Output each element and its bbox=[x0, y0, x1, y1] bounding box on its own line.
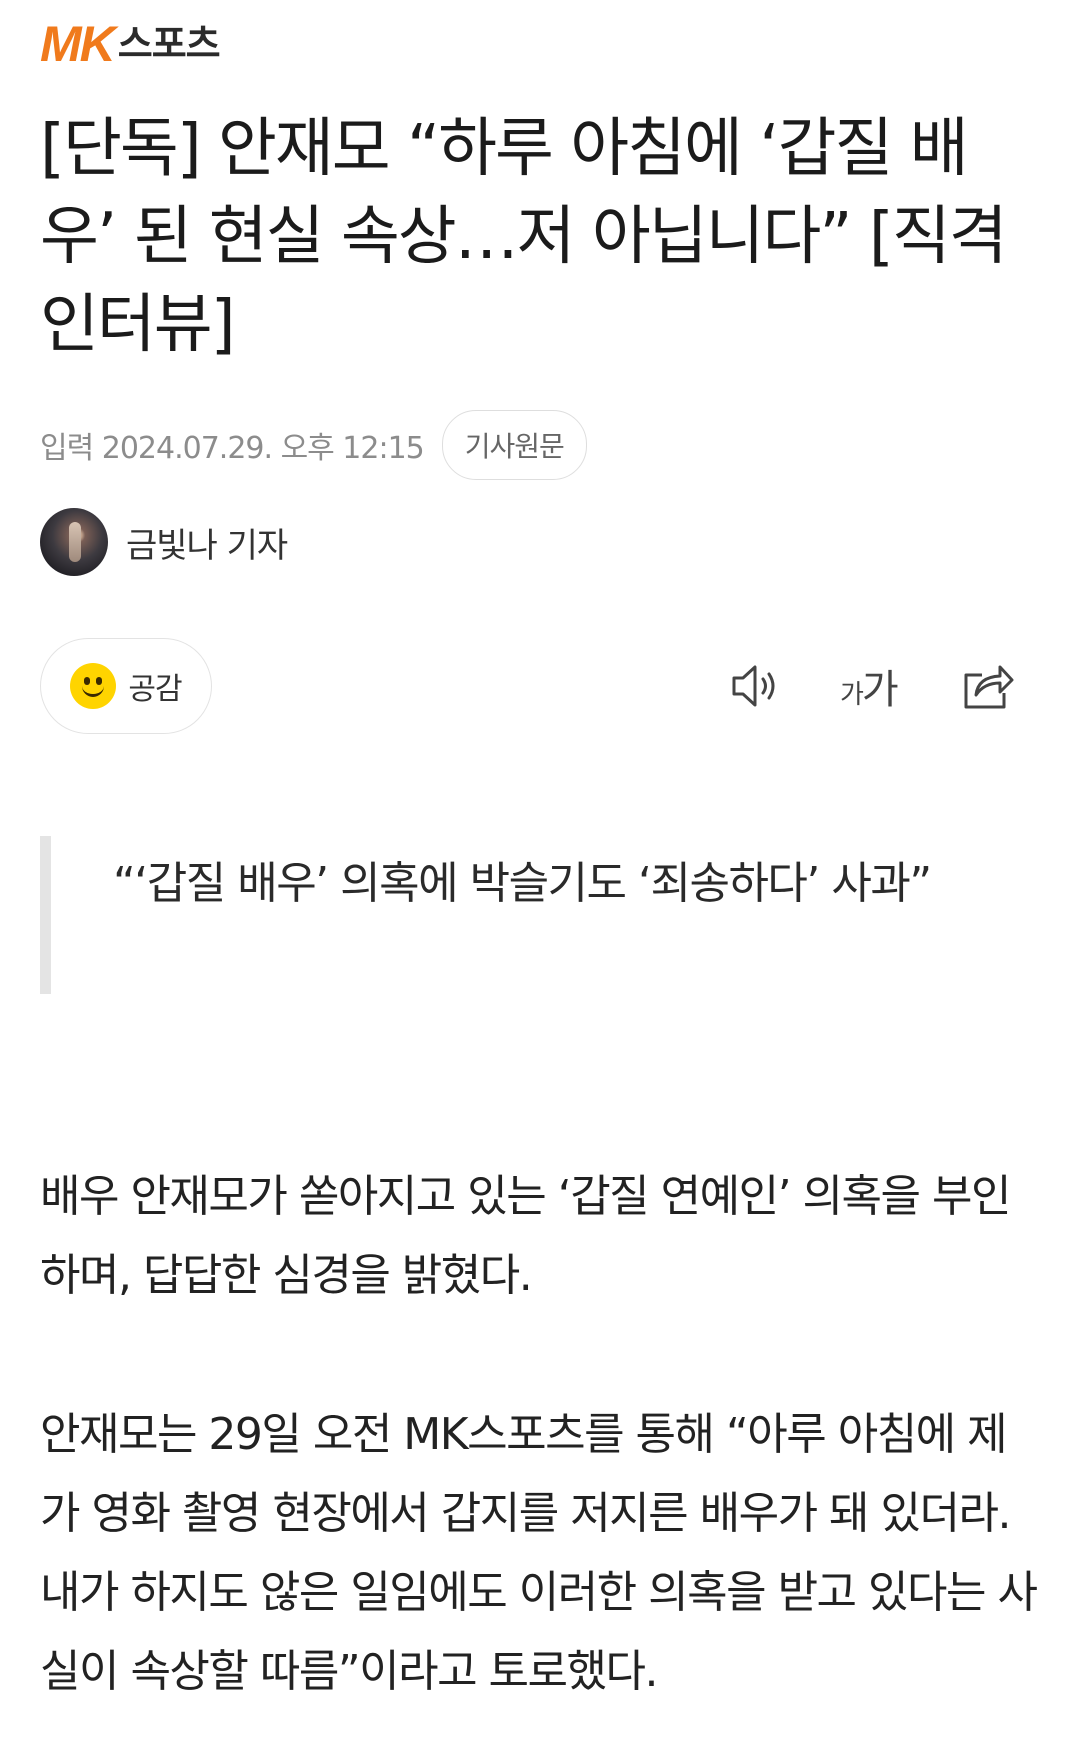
font-size-icon: 가가 bbox=[840, 667, 899, 713]
speaker-icon bbox=[732, 665, 775, 707]
speaker-button[interactable] bbox=[730, 658, 784, 714]
logo-sports-text: 스포츠 bbox=[117, 22, 221, 66]
author-byline[interactable]: 금빛나 기자 bbox=[40, 508, 288, 576]
font-size-button[interactable]: 가가 bbox=[840, 658, 899, 714]
original-article-button[interactable]: 기사원문 bbox=[441, 410, 587, 480]
avatar bbox=[40, 508, 108, 576]
article-subtitle-quote: “‘갑질 배우’ 의혹에 박슬기도 ‘죄송하다’ 사과” bbox=[40, 836, 1000, 994]
logo-mk-text: MK bbox=[40, 16, 116, 72]
author-name: 금빛나 기자 bbox=[126, 525, 288, 566]
smile-icon bbox=[70, 663, 117, 709]
like-label: 공감 bbox=[128, 672, 182, 707]
share-button[interactable] bbox=[960, 658, 1014, 714]
avatar-figure bbox=[69, 522, 81, 562]
published-date: 입력 2024.07.29. 오후 12:15 bbox=[40, 431, 425, 466]
article-paragraph: 안재모는 29일 오전 MK스포츠를 통해 “아루 아침에 제가 영화 촬영 현… bbox=[40, 1409, 1038, 1697]
article-headline: [단독] 안재모 “하루 아침에 ‘갑질 배우’ 된 현실 속상…저 아닙니다”… bbox=[40, 112, 1008, 362]
article-meta: 입력 2024.07.29. 오후 12:15 기사원문 bbox=[40, 410, 587, 480]
share-icon bbox=[964, 665, 1014, 709]
mk-sports-logo[interactable]: MK 스포츠 bbox=[40, 16, 221, 72]
like-button[interactable]: 공감 bbox=[40, 638, 212, 734]
article-page: MK 스포츠 [단독] 안재모 “하루 아침에 ‘갑질 배우’ 된 현실 속상…… bbox=[0, 0, 1075, 1742]
article-paragraph: 배우 안재모가 쏟아지고 있는 ‘갑질 연예인’ 의혹을 부인하며, 답답한 심… bbox=[40, 1171, 1011, 1301]
quote-text: “‘갑질 배우’ 의혹에 박슬기도 ‘죄송하다’ 사과” bbox=[113, 858, 932, 909]
